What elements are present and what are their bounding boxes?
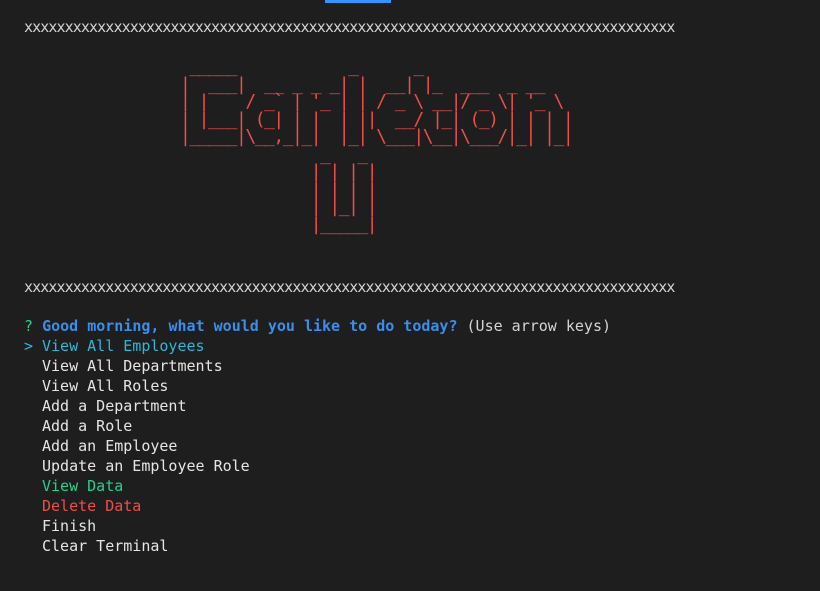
menu-item-clear-terminal[interactable]: Clear Terminal [24,536,250,556]
menu-item-label: Add an Employee [42,437,178,455]
prompt-question: Good morning, what would you like to do … [42,317,458,335]
menu-item-label: Add a Department [42,397,187,415]
selection-cursor: > [24,337,34,355]
menu-item-delete-data[interactable]: Delete Data [24,496,250,516]
terminal-window[interactable]: xxxxxxxxxxxxxxxxxxxxxxxxxxxxxxxxxxxxxxxx… [0,0,820,591]
menu-item-label: Finish [42,517,97,535]
menu-item-view-all-employees[interactable]: > View All Employees [24,336,250,356]
menu-item-label: View All Employees [42,337,205,355]
menu-item-add-department[interactable]: Add a Department [24,396,250,416]
menu-item-finish[interactable]: Finish [24,516,250,536]
menu-item-label: Update an Employee Role [42,457,250,475]
separator-top: xxxxxxxxxxxxxxxxxxxxxxxxxxxxxxxxxxxxxxxx… [24,18,675,36]
question-marker: ? [24,317,34,335]
menu-item-add-role[interactable]: Add a Role [24,416,250,436]
menu-list: > View All Employees View All Departments… [24,336,250,556]
menu-item-view-all-roles[interactable]: View All Roles [24,376,250,396]
menu-item-view-data[interactable]: View Data [24,476,250,496]
prompt-line: ? Good morning, what would you like to d… [24,316,611,336]
menu-item-label: View All Roles [42,377,169,395]
menu-item-label: Delete Data [42,497,142,515]
prompt-hint: (Use arrow keys) [466,317,612,335]
scroll-indicator [325,0,391,3]
menu-item-label: View Data [42,477,124,495]
menu-item-label: Add a Role [42,417,133,435]
separator-bottom: xxxxxxxxxxxxxxxxxxxxxxxxxxxxxxxxxxxxxxxx… [24,278,675,296]
menu-item-update-employee-role[interactable]: Update an Employee Role [24,456,250,476]
menu-item-label: Clear Terminal [42,537,169,555]
banner-ascii-art: _____ _ _ | ___| __ _ _ _| | __| |_ ___ … [180,56,574,235]
menu-item-label: View All Departments [42,357,223,375]
menu-item-add-employee[interactable]: Add an Employee [24,436,250,456]
menu-item-view-all-departments[interactable]: View All Departments [24,356,250,376]
